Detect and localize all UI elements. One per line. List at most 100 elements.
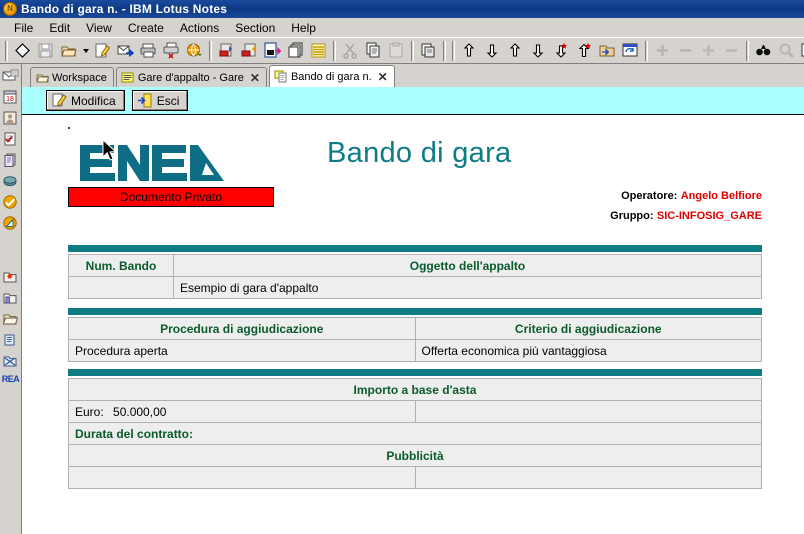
contacts-icon[interactable] bbox=[2, 108, 20, 127]
todo-icon[interactable] bbox=[2, 129, 20, 148]
dropdown-arrow-icon[interactable] bbox=[81, 40, 90, 61]
menu-item-view[interactable]: View bbox=[78, 20, 120, 36]
euro-value: 50.000,00 bbox=[113, 404, 167, 419]
copy-icon[interactable] bbox=[363, 40, 384, 61]
properties-icon[interactable] bbox=[799, 40, 804, 61]
menu-item-actions[interactable]: Actions bbox=[172, 20, 227, 36]
toolbar-separator bbox=[443, 40, 446, 61]
copy-documents-icon[interactable] bbox=[285, 40, 306, 61]
cell-pubblicita-left[interactable] bbox=[68, 466, 416, 489]
minus-icon bbox=[675, 40, 696, 61]
modifica-button[interactable]: Modifica bbox=[46, 90, 125, 111]
bookmark-bar: 18 REA bbox=[0, 64, 22, 534]
table-row: Pubblicità bbox=[68, 444, 762, 467]
section-divider bbox=[68, 308, 762, 315]
table-row: Procedura di aggiudicazione Criterio di … bbox=[68, 317, 762, 340]
tab-label: Bando di gara n. bbox=[290, 70, 372, 83]
cell-num-bando[interactable] bbox=[68, 276, 174, 299]
workspace-icon[interactable] bbox=[2, 213, 20, 232]
document-action-bar: Modifica Esci bbox=[22, 87, 804, 115]
paste-special-icon[interactable] bbox=[418, 40, 439, 61]
table-row bbox=[68, 466, 762, 489]
toolbar bbox=[0, 38, 804, 64]
window-title-bar: N Bando di gara n. - IBM Lotus Notes bbox=[0, 0, 804, 18]
print-preview-icon[interactable] bbox=[161, 40, 182, 61]
move-up-icon[interactable] bbox=[505, 40, 526, 61]
print-icon[interactable] bbox=[138, 40, 159, 61]
tab-close-icon[interactable]: ✕ bbox=[378, 71, 388, 83]
find-binoculars-icon[interactable] bbox=[753, 40, 774, 61]
expand-all-icon[interactable] bbox=[482, 40, 503, 61]
cell-pubblicita-right[interactable] bbox=[414, 466, 762, 489]
unread-down-icon[interactable] bbox=[551, 40, 572, 61]
group-value: SIC-INFOSIG_GARE bbox=[656, 210, 762, 222]
open-folder-icon[interactable] bbox=[58, 40, 79, 61]
replication-icon[interactable] bbox=[2, 171, 20, 190]
col-header-importo: Importo a base d'asta bbox=[68, 378, 762, 401]
menu-item-edit[interactable]: Edit bbox=[41, 20, 78, 36]
toolbar-separator bbox=[333, 40, 336, 61]
mail-icon[interactable] bbox=[2, 66, 20, 85]
plus-large-icon bbox=[698, 40, 719, 61]
workspace-icon bbox=[35, 71, 49, 85]
cell-procedura[interactable]: Procedura aperta bbox=[68, 339, 416, 362]
exit-door-icon bbox=[137, 93, 153, 109]
diamond-icon[interactable] bbox=[12, 40, 33, 61]
privacy-badge: Documento Privato bbox=[68, 187, 274, 207]
tab-gare-dappalto[interactable]: Gare d'appalto - Gare ✕ bbox=[115, 67, 267, 87]
tab-close-icon[interactable]: ✕ bbox=[250, 72, 260, 84]
web-globe-icon[interactable] bbox=[184, 40, 205, 61]
table-procedura: Procedura di aggiudicazione Criterio di … bbox=[68, 317, 762, 362]
folder-open-icon[interactable] bbox=[2, 309, 20, 328]
move-down-icon[interactable] bbox=[528, 40, 549, 61]
unread-up-icon[interactable] bbox=[574, 40, 595, 61]
archive-icon[interactable] bbox=[2, 330, 20, 349]
document-export-icon[interactable] bbox=[262, 40, 283, 61]
cell-oggetto[interactable]: Esempio di gara d'appalto bbox=[173, 276, 762, 299]
save-icon[interactable] bbox=[35, 40, 56, 61]
edit-document-icon[interactable] bbox=[92, 40, 113, 61]
cell-criterio[interactable]: Offerta economica più vantaggiosa bbox=[414, 339, 762, 362]
cell-durata[interactable]: Durata del contratto: bbox=[68, 422, 762, 445]
folder-bookmark-icon[interactable] bbox=[2, 288, 20, 307]
toolbar-separator bbox=[209, 40, 212, 61]
toolbar-separator bbox=[645, 40, 648, 61]
menu-item-section[interactable]: Section bbox=[227, 20, 283, 36]
bookmark-group-label: REA bbox=[1, 374, 20, 384]
tab-bando-di-gara[interactable]: Bando di gara n. ✕ bbox=[268, 65, 395, 87]
list-lines-icon[interactable] bbox=[308, 40, 329, 61]
menu-item-file[interactable]: File bbox=[6, 20, 41, 36]
document-header: Bando di gara Documento Privato Operator… bbox=[22, 115, 804, 245]
export-pdf-icon[interactable] bbox=[239, 40, 260, 61]
svg-text:18: 18 bbox=[6, 96, 14, 103]
recent-databases-icon[interactable] bbox=[2, 267, 20, 286]
favorites-icon[interactable] bbox=[2, 192, 20, 211]
calendar-icon[interactable]: 18 bbox=[2, 87, 20, 106]
euro-label: Euro: bbox=[75, 404, 104, 419]
paste-icon bbox=[386, 40, 407, 61]
page-title: Bando di gara bbox=[327, 137, 512, 169]
esci-button[interactable]: Esci bbox=[131, 90, 189, 111]
databases-icon[interactable] bbox=[2, 150, 20, 169]
cell-euro[interactable]: Euro: 50.000,00 bbox=[68, 400, 416, 423]
collapse-all-icon[interactable] bbox=[459, 40, 480, 61]
cell-euro-right[interactable] bbox=[414, 400, 762, 423]
tab-workspace[interactable]: Workspace bbox=[30, 67, 114, 87]
menu-item-help[interactable]: Help bbox=[283, 20, 324, 36]
table-row: Euro: 50.000,00 bbox=[68, 400, 762, 423]
edit-pencil-icon bbox=[51, 93, 67, 109]
window-refresh-icon[interactable] bbox=[620, 40, 641, 61]
import-pdf-icon[interactable] bbox=[216, 40, 237, 61]
esci-label: Esci bbox=[156, 93, 180, 108]
folder-move-icon[interactable] bbox=[597, 40, 618, 61]
menu-item-create[interactable]: Create bbox=[120, 20, 172, 36]
send-mail-icon[interactable] bbox=[115, 40, 136, 61]
section-divider bbox=[68, 369, 762, 376]
more-bookmarks-icon[interactable] bbox=[2, 351, 20, 370]
application-body: 18 REA Workspace Gare d'appalto - Gare ✕ bbox=[0, 64, 804, 534]
operator-info: Operatore: Angelo Belfiore Gruppo: SIC-I… bbox=[610, 186, 762, 226]
menu-bar: File Edit View Create Actions Section He… bbox=[0, 18, 804, 38]
